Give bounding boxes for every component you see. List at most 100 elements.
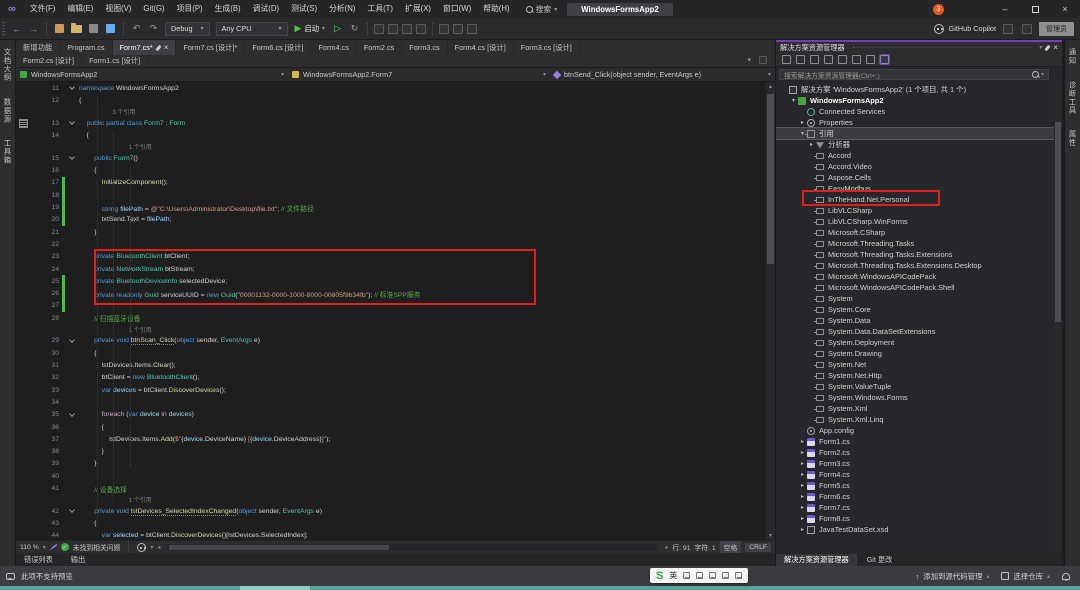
chevron-open-icon[interactable]: ▾: [789, 97, 798, 104]
menu-item-view[interactable]: 视图(V): [99, 0, 137, 18]
tree-item-system-core[interactable]: System.Core: [776, 304, 1062, 315]
chevron-down-icon[interactable]: ▾: [1039, 44, 1042, 51]
minimize-button[interactable]: –: [990, 0, 1020, 18]
menu-item-project[interactable]: 项目(P): [171, 0, 209, 18]
tree-item-windowsformsapp2[interactable]: ▾WindowsFormsApp2: [776, 95, 1062, 106]
breadcrumb-project[interactable]: WindowsFormsApp2 ▾: [16, 68, 288, 81]
panel-tab-1[interactable]: 输出: [63, 554, 93, 566]
grid-icon[interactable]: [735, 572, 742, 579]
caret-column[interactable]: 字符: 1: [695, 542, 716, 552]
health-status[interactable]: 未找到相关问题: [73, 542, 121, 552]
menu-item-debug[interactable]: 调试(D): [247, 0, 285, 18]
pending-changes-filter-icon[interactable]: [796, 55, 805, 64]
tree-item-libvlcsharp-winforms[interactable]: LibVLCSharp.WinForms: [776, 216, 1062, 227]
notification-badge[interactable]: 3: [933, 4, 944, 15]
navigate-forward-icon[interactable]: →: [27, 22, 40, 35]
zoom-level[interactable]: 110 %: [20, 544, 39, 551]
indent-icon[interactable]: [416, 24, 426, 34]
tree-item-libvlcsharp[interactable]: LibVLCSharp: [776, 205, 1062, 216]
scrollbar-thumb[interactable]: [767, 94, 774, 264]
user-icon[interactable]: [722, 572, 729, 579]
close-icon[interactable]: ×: [1053, 43, 1058, 52]
menu-item-edit[interactable]: 编辑(E): [61, 0, 99, 18]
preview-selected-items-icon[interactable]: [880, 55, 889, 64]
panel-tab-git[interactable]: Git 更改: [859, 554, 901, 566]
chevron-closed-icon[interactable]: ▸: [798, 493, 807, 500]
chevron-closed-icon[interactable]: ▸: [798, 504, 807, 511]
navigate-back-icon[interactable]: ←: [10, 22, 23, 35]
solution-configurations-dropdown[interactable]: Debug▾: [165, 22, 210, 36]
start-without-debugging-icon[interactable]: ▷: [331, 22, 344, 35]
bookmark-icon[interactable]: [402, 24, 412, 34]
tree-item-system-valuetuple[interactable]: System.ValueTuple: [776, 381, 1062, 392]
chevron-closed-icon[interactable]: ▸: [798, 471, 807, 478]
menu-item-extensions[interactable]: 扩展(X): [399, 0, 437, 18]
solution-platforms-dropdown[interactable]: Any CPU▾: [216, 22, 288, 36]
spaces-indicator[interactable]: 空格: [720, 541, 742, 553]
chevron-closed-icon[interactable]: ▸: [798, 438, 807, 445]
tree-item-accord[interactable]: Accord: [776, 150, 1062, 161]
refresh-icon[interactable]: ↻: [348, 22, 361, 35]
switch-views-icon[interactable]: [782, 55, 791, 64]
fold-chevron-icon[interactable]: [65, 340, 79, 342]
add-to-source-control-button[interactable]: ↑ 添加到源代码管理 ▴: [916, 571, 990, 582]
redo-icon[interactable]: ↷: [147, 22, 160, 35]
code-editor[interactable]: 11namespace WindowsFormsApp212{3 个引用13 p…: [16, 82, 775, 540]
notifications-bell-icon[interactable]: [1062, 573, 1070, 580]
feedback-icon[interactable]: [1003, 24, 1013, 34]
select-repository-button[interactable]: 选择仓库 ▴: [1001, 571, 1050, 582]
solution-scrollbar[interactable]: [1054, 82, 1062, 553]
tree-item-microsoft-threading-tasks-extensions-desktop[interactable]: Microsoft.Threading.Tasks.Extensions.Des…: [776, 260, 1062, 271]
scroll-right-icon[interactable]: ▸: [665, 544, 668, 551]
fold-chevron-icon[interactable]: [65, 414, 79, 416]
show-all-files-icon[interactable]: [852, 55, 861, 64]
doc-tab-form7-cs[interactable]: Form7.cs [设计]*: [176, 40, 245, 55]
left-dock-tab-1[interactable]: 数据源: [2, 98, 13, 123]
doc-tab-form7-cs[interactable]: Form7.cs*×: [113, 40, 177, 55]
caret-line[interactable]: 行: 91: [672, 542, 690, 552]
tree-item-form6-cs[interactable]: ▸Form6.cs: [776, 491, 1062, 502]
left-dock-tab-2[interactable]: 工具箱: [2, 139, 13, 164]
tree-item-microsoft-threading-tasks-extensions[interactable]: Microsoft.Threading.Tasks.Extensions: [776, 249, 1062, 260]
new-project-icon[interactable]: [53, 22, 66, 35]
doc-tab-form2-cs[interactable]: Form2.cs: [357, 40, 402, 55]
collapse-all-icon[interactable]: [838, 55, 847, 64]
tree-item-form3-cs[interactable]: ▸Form3.cs: [776, 458, 1062, 469]
refresh-icon[interactable]: [824, 55, 833, 64]
pin-icon[interactable]: [155, 44, 161, 51]
search-control[interactable]: 搜索 ▾: [526, 4, 558, 15]
tree-item-system-deployment[interactable]: System.Deployment: [776, 337, 1062, 348]
codelens-references-34[interactable]: 1 个引用: [16, 495, 775, 506]
start-debugging-button[interactable]: ▶ 启动 ▾: [295, 23, 326, 34]
right-dock-tab-2[interactable]: 属性: [1067, 130, 1078, 147]
tree-item-system-xml[interactable]: System.Xml: [776, 403, 1062, 414]
fold-chevron-icon[interactable]: [65, 122, 79, 124]
tree-item-microsoft-windowsapicodepack-shell[interactable]: Microsoft.WindowsAPICodePack.Shell: [776, 282, 1062, 293]
scroll-down-icon[interactable]: ▾: [766, 532, 775, 539]
menu-item-file[interactable]: 文件(F): [24, 0, 62, 18]
left-dock-tab-0[interactable]: 文档大纲: [2, 48, 13, 82]
codelens-references-5[interactable]: 1 个引用: [16, 142, 775, 153]
chevron-closed-icon[interactable]: ▸: [798, 460, 807, 467]
menu-item-test[interactable]: 测试(S): [285, 0, 323, 18]
right-dock-tab-1[interactable]: 诊断工具: [1067, 81, 1078, 115]
tree-item-easymodbus[interactable]: EasyModbus: [776, 183, 1062, 194]
menu-item-window[interactable]: 窗口(W): [437, 0, 477, 18]
tree-item-system-windows-forms[interactable]: System.Windows.Forms: [776, 392, 1062, 403]
chevron-closed-icon[interactable]: ▸: [798, 119, 807, 126]
menu-item-analyze[interactable]: 分析(N): [323, 0, 361, 18]
ime-mode-indicator[interactable]: 英: [669, 570, 677, 581]
doc-tab-program-cs[interactable]: Program.cs: [60, 40, 112, 55]
scrollbar-thumb[interactable]: [1055, 122, 1061, 322]
chevron-closed-icon[interactable]: ▸: [798, 515, 807, 522]
tree-item-connected-services[interactable]: Connected Services: [776, 106, 1062, 117]
menu-item-build[interactable]: 生成(B): [209, 0, 247, 18]
tree-item-form5-cs[interactable]: ▸Form5.cs: [776, 480, 1062, 491]
tree-item-microsoft-threading-tasks[interactable]: Microsoft.Threading.Tasks: [776, 238, 1062, 249]
chevron-closed-icon[interactable]: ▸: [798, 526, 807, 533]
tool-icon[interactable]: [453, 24, 463, 34]
menu-item-help[interactable]: 帮助(H): [477, 0, 515, 18]
doc-tab-form6-cs[interactable]: Form6.cs [设计]: [245, 40, 311, 55]
github-copilot-icon[interactable]: [934, 24, 944, 34]
doc-tab-form1-cs[interactable]: Form1.cs [设计]: [82, 55, 148, 67]
